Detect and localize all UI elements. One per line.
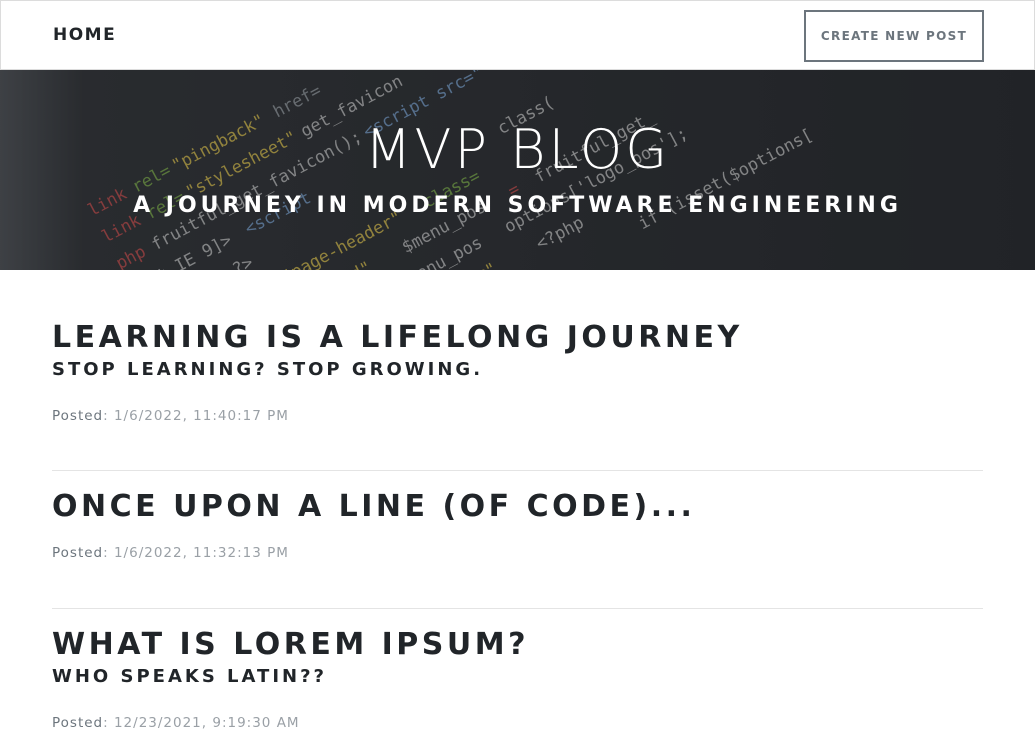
post-meta: Posted: 12/23/2021, 9:19:30 AM <box>52 715 983 731</box>
post-date: : 12/23/2021, 9:19:30 AM <box>103 715 300 731</box>
post-meta: Posted: 1/6/2022, 11:32:13 PM <box>52 545 983 561</box>
site-title: MVP BLOG <box>364 118 671 181</box>
posted-label: Posted <box>52 545 104 561</box>
nav-home-link[interactable]: HOME <box>53 25 116 45</box>
post-preview[interactable]: ONCE UPON A LINE (OF CODE)... Posted: 1/… <box>52 489 983 561</box>
post-meta: Posted: 1/6/2022, 11:40:17 PM <box>52 408 983 424</box>
post-title[interactable]: WHAT IS LOREM IPSUM? <box>52 627 983 663</box>
post-divider <box>52 470 983 471</box>
create-new-post-button[interactable]: CREATE NEW POST <box>804 10 984 62</box>
post-preview[interactable]: WHAT IS LOREM IPSUM? WHO SPEAKS LATIN?? … <box>52 627 983 731</box>
navbar: HOME CREATE NEW POST <box>0 0 1035 70</box>
posted-label: Posted <box>52 408 104 424</box>
post-title[interactable]: LEARNING IS A LIFELONG JOURNEY <box>52 320 983 356</box>
post-date: : 1/6/2022, 11:40:17 PM <box>103 408 289 424</box>
post-subtitle[interactable]: WHO SPEAKS LATIN?? <box>52 665 983 689</box>
post-preview[interactable]: LEARNING IS A LIFELONG JOURNEY STOP LEAR… <box>52 320 983 424</box>
masthead: link rel= "pingback" href= link rel= "st… <box>0 70 1035 270</box>
post-date: : 1/6/2022, 11:32:13 PM <box>103 545 289 561</box>
posted-label: Posted <box>52 715 104 731</box>
post-subtitle[interactable]: STOP LEARNING? STOP GROWING. <box>52 358 983 382</box>
site-subtitle: A JOURNEY IN MODERN SOFTWARE ENGINEERING <box>133 193 902 218</box>
post-title[interactable]: ONCE UPON A LINE (OF CODE)... <box>52 489 983 525</box>
post-divider <box>52 608 983 609</box>
